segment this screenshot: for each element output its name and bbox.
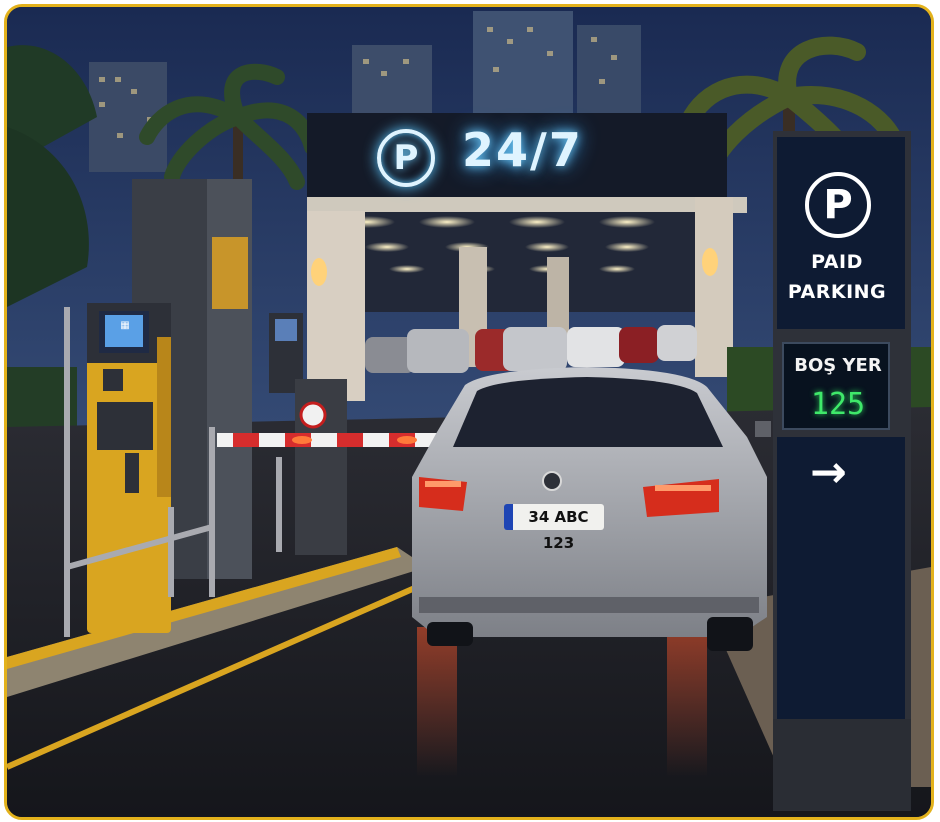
pylon-parking-icon: P — [805, 172, 871, 238]
available-spaces-count: 125 — [810, 387, 866, 422]
payment-kiosk — [87, 303, 171, 633]
arrow-right-icon: → — [810, 447, 847, 498]
pylon-sign-line1: PAID — [811, 251, 863, 273]
kiosk-screen-icon: ▦ — [120, 320, 130, 331]
image-frame: P 24/7 ▦ 34 ABC 123 P PAID PARKING BOŞ Y… — [4, 4, 934, 820]
pylon-sign-line2: PARKING — [787, 281, 887, 303]
license-plate: 34 ABC 123 — [504, 504, 604, 552]
canopy-hours-sign: 24/7 — [462, 123, 583, 177]
canopy-parking-icon: P — [377, 129, 435, 187]
available-spaces-label: BOŞ YER — [794, 355, 882, 376]
